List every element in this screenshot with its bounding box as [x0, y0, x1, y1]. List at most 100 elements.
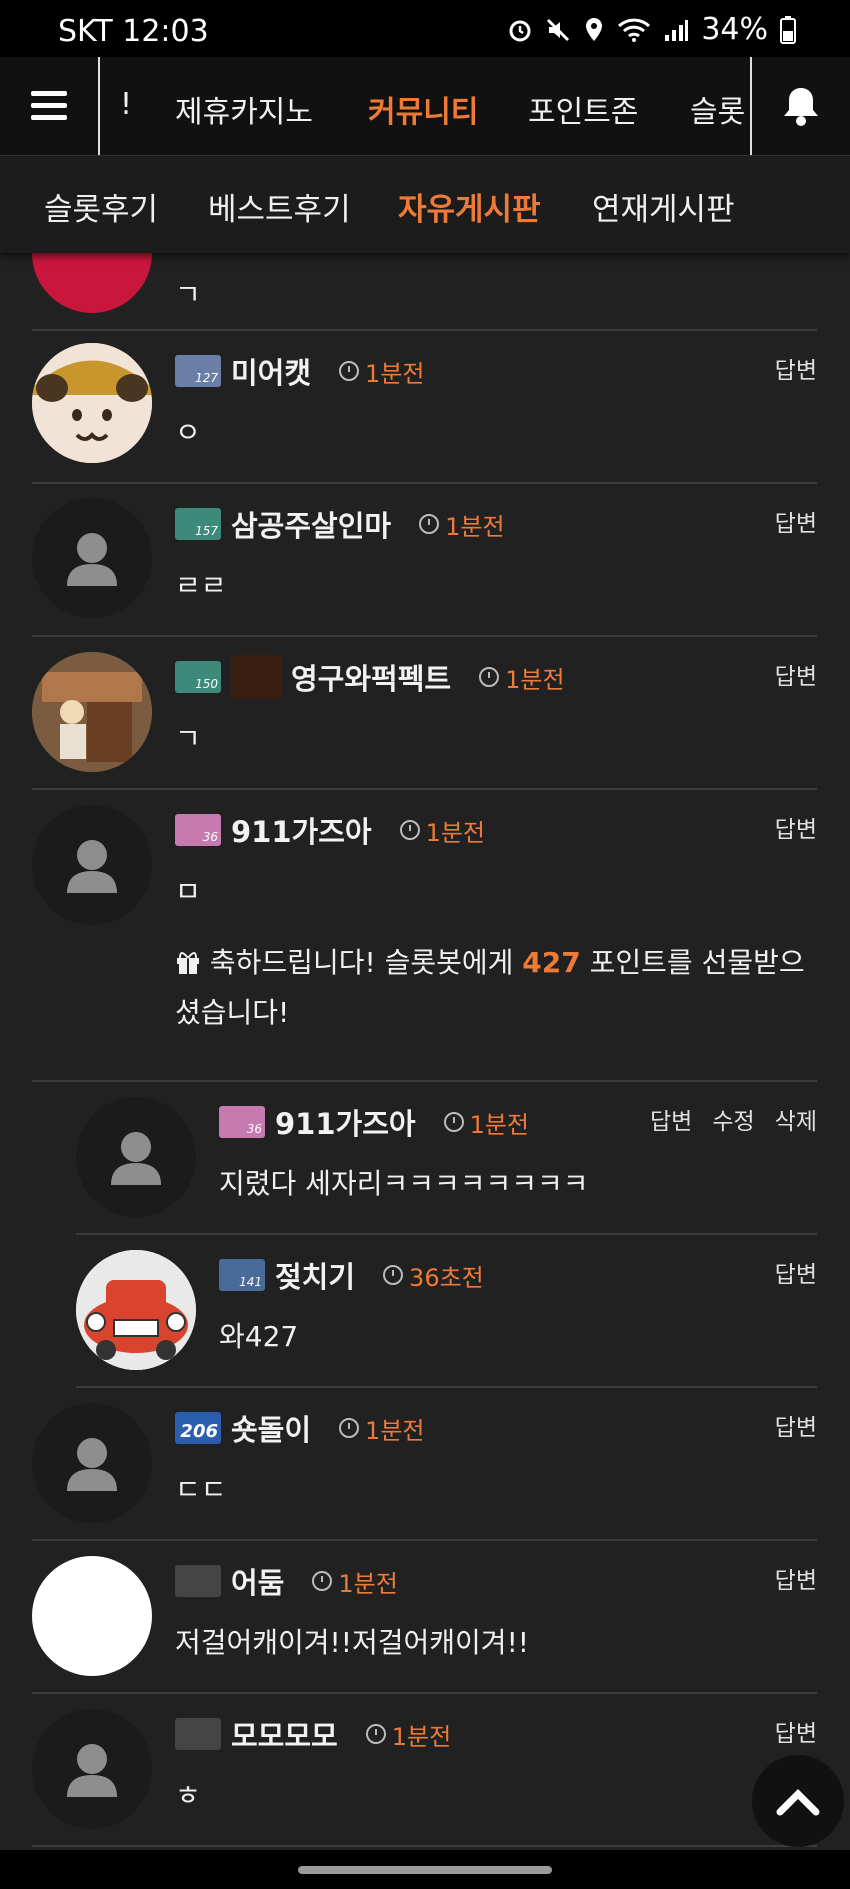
comment-text: ㅇ: [175, 416, 201, 449]
battery-icon: [780, 15, 796, 44]
reply-button[interactable]: 답변: [775, 504, 817, 538]
home-gesture-handle[interactable]: [298, 1866, 552, 1874]
special-badge: [231, 655, 281, 699]
level-badge: [175, 1565, 221, 1597]
gift-message: 축하드립니다! 슬롯봇에게 427 포인트를 선물받으셨습니다!: [175, 946, 805, 1029]
avatar[interactable]: [76, 1250, 196, 1370]
battery-percent: 34%: [701, 12, 768, 47]
avatar[interactable]: [32, 1556, 152, 1676]
wifi-icon: [618, 18, 651, 42]
timestamp: 1분전: [365, 1416, 425, 1445]
comment-text: ㄹㄹ: [175, 569, 227, 602]
reply-button[interactable]: 답변: [775, 351, 817, 385]
comment-item: 어둠 1분전 답변 저걸어캐이겨!!저걸어캐이겨!!: [32, 1541, 817, 1694]
comment-item: 206 숏돌이 1분전 답변 ㄷㄷ: [32, 1388, 817, 1541]
board-tabs: 슬롯후기 베스트후기 자유게시판 연재게시판: [0, 156, 850, 253]
clock-icon: [419, 514, 440, 534]
clock-icon: [339, 361, 360, 381]
nickname[interactable]: 911가즈아: [275, 1101, 416, 1143]
gift-icon: [177, 952, 199, 974]
system-navigation-bar: [0, 1850, 850, 1889]
nav-item-partner-casino[interactable]: 제휴카지노: [175, 87, 313, 131]
comment-text: ㄱ: [175, 278, 201, 311]
default-avatar[interactable]: [32, 805, 152, 925]
comment-item: 127 미어캣 1분전 답변 ㅇ: [32, 331, 817, 484]
tab-slot-review[interactable]: 슬롯후기: [44, 184, 158, 229]
avatar[interactable]: [32, 253, 152, 313]
mute-icon: [547, 18, 570, 41]
hamburger-menu-button[interactable]: [0, 57, 100, 155]
timestamp: 1분전: [338, 1569, 398, 1598]
clock-icon: [443, 1112, 464, 1132]
comment-item: 157 삼공주살인마 1분전 답변 ㄹㄹ: [32, 484, 817, 637]
scroll-top-button[interactable]: [752, 1755, 844, 1847]
edit-button[interactable]: 수정: [712, 1102, 754, 1136]
timestamp: 1분전: [505, 665, 565, 694]
nickname[interactable]: 어둠: [231, 1560, 284, 1602]
top-navigation: ! 제휴카지노 커뮤니티 포인트존 슬롯: [0, 57, 850, 156]
location-icon: [586, 17, 603, 41]
level-badge: 127: [175, 355, 221, 387]
avatar[interactable]: [32, 343, 152, 463]
comment-item: ㄱ: [32, 253, 817, 331]
nickname[interactable]: 미어캣: [231, 350, 311, 392]
status-icons: 34%: [507, 12, 796, 47]
default-avatar[interactable]: [32, 1403, 152, 1523]
nickname[interactable]: 삼공주살인마: [231, 503, 391, 545]
reply-button[interactable]: 답변: [775, 1408, 817, 1442]
comment-text: ㅁ: [175, 875, 201, 908]
red-car-avatar-image: [76, 1250, 196, 1370]
reply-button[interactable]: 답변: [775, 657, 817, 691]
timestamp: 1분전: [365, 359, 425, 388]
tab-free-board[interactable]: 자유게시판: [398, 184, 541, 229]
level-badge: 157: [175, 508, 221, 540]
timestamp: 1분전: [469, 1110, 530, 1139]
clock-icon: [399, 820, 420, 840]
cartoon-avatar-image: [32, 652, 152, 772]
nickname[interactable]: 숏돌이: [231, 1407, 311, 1449]
level-badge: [175, 1718, 221, 1750]
timestamp: 1분전: [391, 1722, 452, 1751]
nav-item-community[interactable]: 커뮤니티: [368, 87, 478, 131]
comment-text: ㄷㄷ: [175, 1473, 227, 1506]
chevron-up-icon: [776, 1789, 820, 1816]
default-avatar[interactable]: [32, 1709, 152, 1829]
reply-button[interactable]: 답변: [775, 810, 817, 844]
comment-item: 150 영구와퍽펙트 1분전 답변 ㄱ: [32, 637, 817, 790]
level-badge: 36: [219, 1106, 265, 1138]
timestamp: 36초전: [409, 1263, 484, 1292]
notification-button[interactable]: [750, 57, 850, 155]
reply-button[interactable]: 답변: [650, 1102, 692, 1136]
clock-icon: [339, 1418, 360, 1438]
clock-icon: [312, 1571, 333, 1591]
comment-item: 36 911가즈아 1분전 답변 ㅁ 축하드립니다! 슬롯봇에게 427 포인트…: [32, 790, 817, 1082]
main-menu-scroller[interactable]: ! 제휴카지노 커뮤니티 포인트존 슬롯: [100, 57, 750, 155]
nickname[interactable]: 영구와퍽펙트: [291, 656, 451, 698]
avatar[interactable]: [32, 652, 152, 772]
level-badge: 141: [219, 1259, 265, 1291]
timestamp: 1분전: [425, 818, 486, 847]
nickname[interactable]: 911가즈아: [231, 809, 372, 851]
alarm-icon: [509, 20, 531, 41]
reply-button[interactable]: 답변: [775, 1714, 817, 1748]
comment-text: 지렸다 세자리ㅋㅋㅋㅋㅋㅋㅋㅋ: [219, 1167, 589, 1200]
nav-item-slot[interactable]: 슬롯: [690, 87, 745, 131]
nickname[interactable]: 모모모모: [231, 1713, 338, 1755]
nav-item-notice[interactable]: !: [120, 87, 132, 122]
bell-icon: [784, 88, 818, 126]
level-badge: 206: [175, 1412, 221, 1444]
nav-item-point-zone[interactable]: 포인트존: [528, 87, 638, 131]
timestamp: 1분전: [445, 512, 505, 541]
clock-icon: [365, 1724, 386, 1744]
comment-text: 저걸어캐이겨!!저걸어캐이겨!!: [175, 1626, 530, 1659]
comment-list: ㄱ 127 미어캣 1분전 답변 ㅇ 157 삼공주살인마 1분전 답변 ㄹㄹ …: [0, 253, 850, 1850]
tab-serial-board[interactable]: 연재게시판: [592, 184, 735, 229]
reply-button[interactable]: 답변: [775, 1255, 817, 1289]
nickname[interactable]: 젖치기: [275, 1254, 355, 1296]
user-silhouette-icon: [111, 1132, 161, 1185]
default-avatar[interactable]: [32, 498, 152, 618]
delete-button[interactable]: 삭제: [775, 1102, 817, 1136]
default-avatar[interactable]: [76, 1097, 196, 1217]
tab-best-review[interactable]: 베스트후기: [208, 184, 351, 229]
reply-button[interactable]: 답변: [775, 1561, 817, 1595]
